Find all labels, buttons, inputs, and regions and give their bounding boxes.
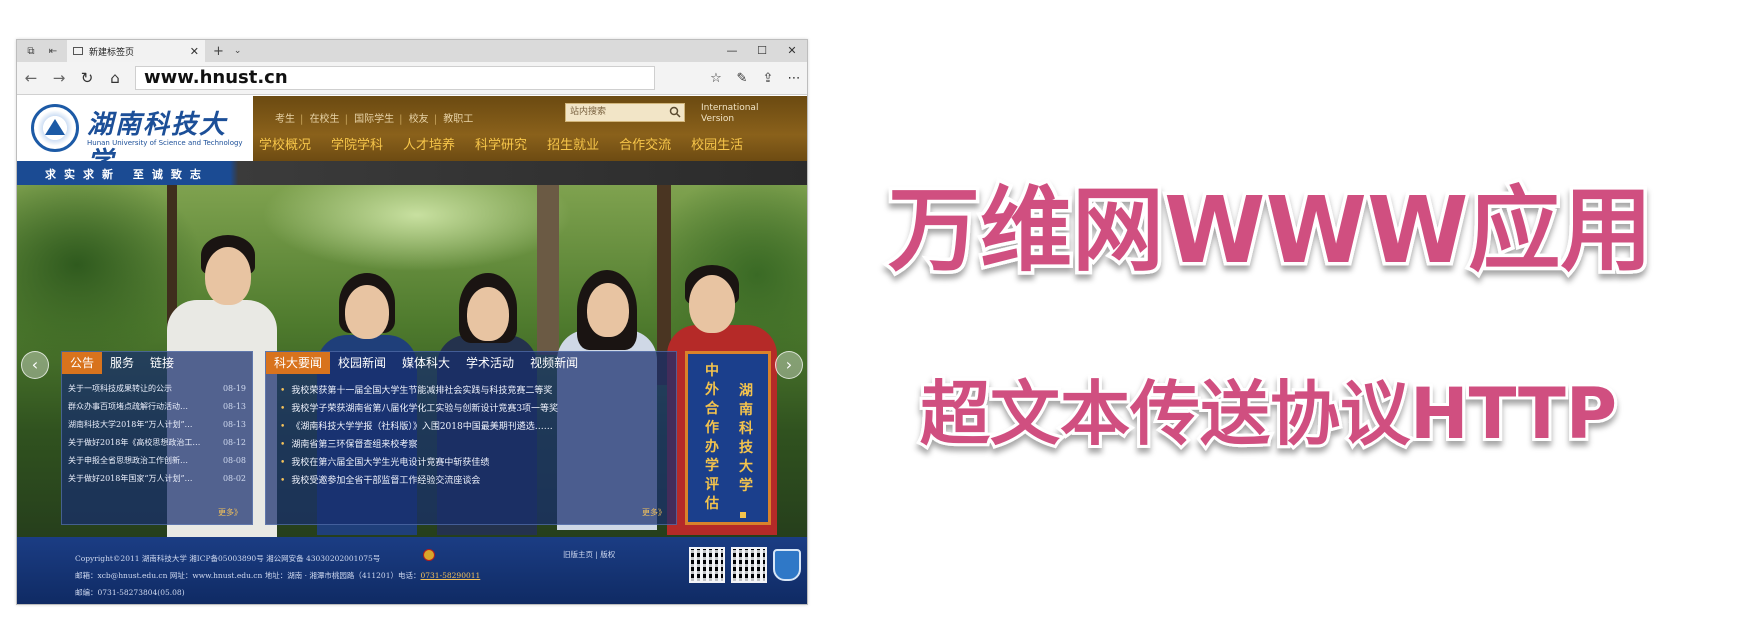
slide-subtitle: 超文本传送协议HTTP	[920, 373, 1617, 455]
home-icon[interactable]: ⌂	[101, 69, 129, 87]
refresh-icon[interactable]: ↻	[73, 69, 101, 87]
link-applicants[interactable]: 考生	[275, 114, 295, 125]
nav-admissions[interactable]: 招生就业	[547, 134, 599, 153]
news-tabs: 科大要闻 校园新闻 媒体科大 学术活动 视频新闻	[266, 352, 676, 374]
eval-banner-marker	[740, 512, 746, 518]
favorites-icon[interactable]: ☆	[703, 71, 729, 86]
footer-links[interactable]: 旧版主页 | 版权	[563, 549, 615, 560]
site-logo[interactable]: 湖南科技大学 Hunan University of Science and T…	[17, 96, 253, 177]
link-alumni[interactable]: 校友	[409, 114, 429, 125]
tab-media[interactable]: 媒体科大	[394, 352, 458, 374]
search-icon[interactable]	[669, 106, 681, 118]
new-tab-icon[interactable]: +	[213, 44, 224, 59]
news-panel: 科大要闻 校园新闻 媒体科大 学术活动 视频新闻 我校荣获第十一届全国大学生节能…	[265, 351, 677, 525]
news-list: 我校荣获第十一届全国大学生节能减排社会实践与科技竞赛二等奖 我校学子荣获湖南省第…	[266, 374, 676, 490]
tab-links[interactable]: 链接	[142, 352, 182, 374]
maximize-button[interactable]: ☐	[747, 40, 777, 62]
list-item[interactable]: 我校荣获第十一届全国大学生节能减排社会实践与科技竞赛二等奖	[280, 382, 666, 400]
nav-cooperation[interactable]: 合作交流	[619, 134, 671, 153]
link-students[interactable]: 在校生	[310, 114, 340, 125]
tab-video[interactable]: 视频新闻	[522, 352, 586, 374]
footer-fax: 邮编：0731-58273804(05.08)	[75, 588, 185, 597]
list-item[interactable]: 群众办事百项堵点疏解行动活动… 08-13	[68, 398, 246, 416]
carousel-next-button[interactable]: ›	[775, 351, 803, 379]
tab-preview-icon[interactable]: ⧉	[23, 43, 39, 59]
university-seal-icon	[31, 104, 79, 152]
school-name-en: Hunan University of Science and Technolo…	[87, 139, 243, 147]
news-more-link[interactable]: 更多》	[642, 507, 666, 518]
nav-campus-life[interactable]: 校园生活	[691, 134, 743, 153]
nav-research[interactable]: 科学研究	[475, 134, 527, 153]
list-item[interactable]: 湖南科技大学2018年“万人计划”… 08-13	[68, 416, 246, 434]
tab-services[interactable]: 服务	[102, 352, 142, 374]
more-icon[interactable]: ⋯	[781, 71, 807, 86]
school-motto: 求实求新 至诚致志	[45, 168, 209, 181]
hnust-website: 湖南科技大学 Hunan University of Science and T…	[17, 96, 807, 604]
tab-academic[interactable]: 学术活动	[458, 352, 522, 374]
lamp-post	[537, 185, 559, 355]
footer-copyright: Copyright©2011 湖南科技大学 湘ICP备05003890号 湘公网…	[75, 554, 381, 563]
list-item[interactable]: 湖南省第三环保督查组来校考察	[280, 436, 666, 454]
tab-title: 新建标签页	[89, 47, 135, 58]
audience-links: 考生 | 在校生 | 国际学生 | 校友 | 教职工	[275, 114, 474, 125]
slide-title: 万维网WWW应用	[888, 177, 1652, 284]
nav-education[interactable]: 人才培养	[403, 134, 455, 153]
tab-headlines[interactable]: 科大要闻	[266, 352, 331, 374]
close-tab-icon[interactable]: ✕	[190, 45, 199, 58]
nav-schools[interactable]: 学院学科	[331, 134, 383, 153]
tab-notices[interactable]: 公告	[62, 352, 103, 374]
notice-list: 关于一项科技成果转让的公示 08-19 群众办事百项堵点疏解行动活动… 08-13 …	[62, 374, 252, 488]
back-icon[interactable]: ←	[17, 69, 45, 87]
list-item[interactable]: 我校在第六届全国大学生光电设计竞赛中斩获佳绩	[280, 454, 666, 472]
nav-about[interactable]: 学校概况	[259, 134, 311, 153]
tab-campus-news[interactable]: 校园新闻	[330, 352, 394, 374]
tab-favicon-icon	[73, 47, 83, 55]
address-bar: ← → ↻ ⌂ www.hnust.cn ☆ ✎ ⇪ ⋯	[17, 62, 807, 95]
window-controls: — ☐ ✕	[717, 40, 807, 62]
url-field[interactable]: www.hnust.cn	[135, 66, 655, 90]
minimize-button[interactable]: —	[717, 40, 747, 62]
evaluation-banner[interactable]: 中外合作办学评估 湖南科技大学	[685, 351, 771, 525]
tab-bar: ⧉ ⇤ 新建标签页 ✕ + ⌄ — ☐ ✕	[17, 40, 807, 62]
link-staff[interactable]: 教职工	[443, 114, 473, 125]
notice-tabs: 公告 服务 链接	[62, 352, 252, 374]
eval-banner-school: 湖南科技大学	[739, 383, 753, 494]
carousel-prev-button[interactable]: ‹	[21, 351, 49, 379]
list-item[interactable]: 关于做好2018年国家“万人计划”… 08-02	[68, 470, 246, 488]
notice-more-link[interactable]: 更多》	[218, 507, 242, 518]
list-item[interactable]: 关于一项科技成果转让的公示 08-19	[68, 380, 246, 398]
site-search-input[interactable]: 站内搜索	[565, 103, 685, 122]
share-icon[interactable]: ⇪	[755, 71, 781, 86]
close-button[interactable]: ✕	[777, 40, 807, 62]
motto-bar: 求实求新 至诚致志	[17, 161, 807, 185]
list-item[interactable]: 我校学子荣获湖南省第八届化学化工实验与创新设计竞赛3项一等奖	[280, 400, 666, 418]
notice-panel: 公告 服务 链接 关于一项科技成果转让的公示 08-19 群众办事百项堵点疏解行动…	[61, 351, 253, 525]
list-item[interactable]: 我校受邀参加全省干部监督工作经验交流座谈会	[280, 472, 666, 490]
link-intl-students[interactable]: 国际学生	[354, 114, 394, 125]
browser-tab[interactable]: 新建标签页 ✕	[67, 40, 205, 62]
forward-icon[interactable]: →	[45, 69, 73, 87]
list-item[interactable]: 关于申报全省思想政治工作创新… 08-08	[68, 452, 246, 470]
footer-phone-link[interactable]: 0731-58290011	[420, 571, 480, 580]
international-version-link[interactable]: International Version	[701, 103, 771, 125]
chevron-down-icon[interactable]: ⌄	[234, 46, 242, 56]
set-aside-tabs-icon[interactable]: ⇤	[45, 43, 61, 59]
main-nav: 学校概况 学院学科 人才培养 科学研究 招生就业 合作交流 校园生活	[259, 134, 763, 153]
qr-code-icon	[731, 547, 767, 583]
eval-banner-text: 中外合作办学评估	[705, 363, 719, 512]
list-item[interactable]: 关于做好2018年《高校思想政治工… 08-12	[68, 434, 246, 452]
pen-icon[interactable]: ✎	[729, 71, 755, 86]
browser-window: ⧉ ⇤ 新建标签页 ✕ + ⌄ — ☐ ✕ ← → ↻ ⌂ www.hnust.…	[16, 39, 808, 605]
police-emblem-icon	[423, 549, 435, 561]
browser-tools: ☆ ✎ ⇪ ⋯	[703, 71, 807, 86]
site-footer: Copyright©2011 湖南科技大学 湘ICP备05003890号 湘公网…	[17, 537, 807, 604]
footer-contact: 邮箱：xcb@hnust.edu.cn 网址：www.hnust.edu.cn …	[75, 571, 481, 580]
security-badge-icon[interactable]	[773, 549, 801, 581]
qr-code-icon	[689, 547, 725, 583]
site-header: 湖南科技大学 Hunan University of Science and T…	[17, 96, 807, 177]
list-item[interactable]: 《湖南科技大学学报（社科版）》入围2018中国最美期刊遴选……	[280, 418, 666, 436]
